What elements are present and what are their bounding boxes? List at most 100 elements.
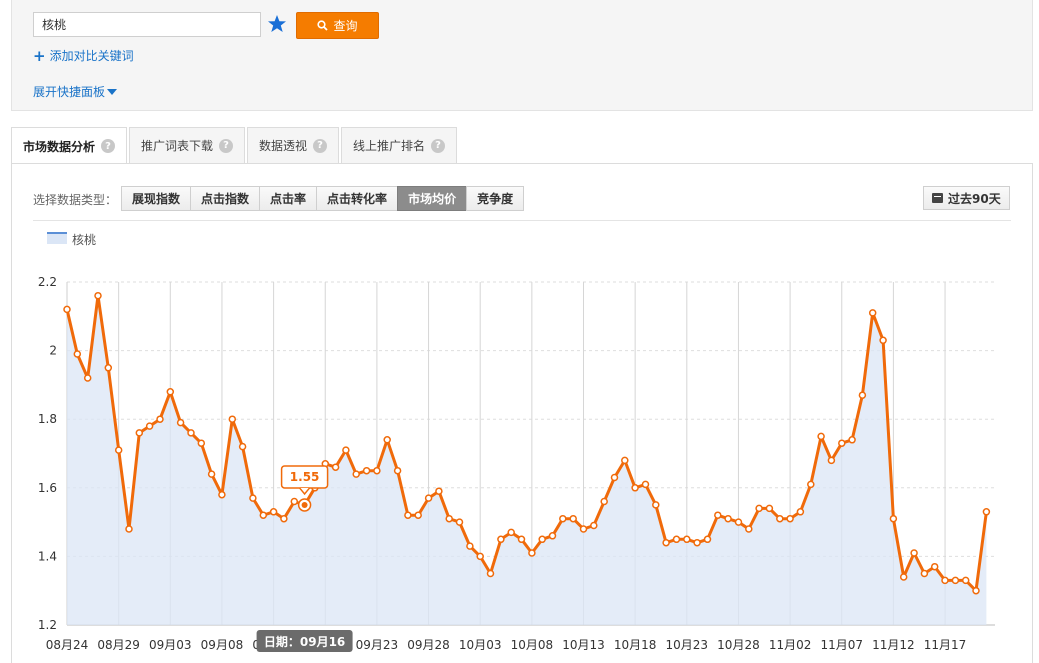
data-point <box>827 456 836 465</box>
data-point <box>910 549 918 557</box>
x-tick-label: 11月02 <box>769 638 812 652</box>
data-point <box>672 535 681 544</box>
data-point <box>631 484 639 492</box>
data-point <box>724 514 732 523</box>
data-point <box>507 528 515 537</box>
data-point <box>848 436 856 444</box>
x-tick-label: 09月28 <box>407 638 450 652</box>
data-point <box>714 511 722 519</box>
data-point <box>352 470 360 478</box>
data-point <box>899 573 908 581</box>
x-tick-label: 08月24 <box>46 638 89 652</box>
data-point <box>569 514 577 523</box>
data-point <box>249 494 257 502</box>
data-point <box>166 388 175 396</box>
y-tick-label: 1.8 <box>38 412 57 426</box>
x-tick-label: 11月07 <box>820 638 863 652</box>
data-point <box>104 364 113 372</box>
data-point <box>145 422 154 430</box>
data-point <box>662 538 670 547</box>
data-point <box>807 480 815 489</box>
data-point <box>734 518 743 526</box>
data-point <box>414 511 422 519</box>
legend-swatch <box>47 233 67 244</box>
x-tick-label: 10月13 <box>562 638 605 652</box>
chart-legend[interactable]: 核桃 <box>47 232 96 247</box>
data-point <box>693 538 701 547</box>
data-point <box>176 418 185 427</box>
x-tick-label: 11月17 <box>924 638 967 652</box>
data-point <box>683 535 691 544</box>
data-point <box>290 497 299 506</box>
data-point <box>424 494 433 502</box>
data-point <box>600 497 608 506</box>
x-tick-label: 09月08 <box>201 638 244 652</box>
data-point <box>652 501 660 509</box>
data-point <box>476 552 484 561</box>
data-point <box>786 514 794 523</box>
y-tick-label: 1.2 <box>38 618 57 632</box>
data-point <box>579 525 588 533</box>
data-point <box>868 309 877 317</box>
data-point <box>982 508 991 516</box>
data-point <box>466 542 474 550</box>
data-point <box>63 305 71 314</box>
data-point <box>838 439 846 447</box>
data-point <box>641 480 650 489</box>
data-point <box>269 508 278 516</box>
data-point <box>218 490 226 499</box>
data-point <box>497 535 505 544</box>
data-point <box>610 473 619 482</box>
y-tick-label: 1.4 <box>38 549 57 563</box>
y-tick-label: 2 <box>49 344 57 358</box>
crosshair-label: 日期：09月16 <box>264 634 345 649</box>
data-point <box>114 446 123 454</box>
data-point <box>83 374 92 382</box>
data-point <box>889 514 898 523</box>
x-tick-label: 10月18 <box>614 638 657 652</box>
data-point <box>455 518 464 526</box>
data-point <box>373 466 381 475</box>
x-tick-label: 10月08 <box>511 638 554 652</box>
data-point <box>135 429 144 437</box>
y-axis: 1.2 1.4 1.6 1.8 2 2.2 <box>38 275 68 632</box>
data-point <box>238 442 247 451</box>
data-point <box>765 504 774 513</box>
data-point <box>383 436 391 444</box>
data-point <box>393 466 402 475</box>
data-point <box>621 456 629 465</box>
data-point <box>776 514 784 523</box>
x-tick-label: 10月23 <box>666 638 709 652</box>
data-point <box>125 525 133 533</box>
data-point <box>930 562 939 571</box>
data-point <box>94 291 102 300</box>
data-point <box>259 511 268 519</box>
crosshair-date-label: 日期：09月16 <box>256 630 353 652</box>
data-point <box>362 466 371 475</box>
data-point <box>920 569 929 578</box>
legend-label: 核桃 <box>72 232 96 247</box>
data-point <box>817 432 825 441</box>
data-point <box>280 514 288 523</box>
data-point <box>197 439 206 447</box>
data-point <box>538 535 546 544</box>
data-point <box>858 391 867 399</box>
tooltip-arrow <box>299 487 311 496</box>
x-tick-label: 10月28 <box>717 638 760 652</box>
data-point <box>207 470 216 478</box>
data-point <box>961 576 970 585</box>
data-point <box>156 415 164 423</box>
data-point <box>703 535 712 544</box>
y-tick-label: 2.2 <box>38 275 57 289</box>
x-axis: 08月2408月2909月0309月0809月1309月1809月2309月28… <box>46 624 995 652</box>
data-point <box>486 569 495 578</box>
data-point <box>517 535 526 544</box>
x-tick-label: 08月29 <box>97 638 140 652</box>
data-point <box>559 514 567 523</box>
data-point <box>331 463 340 471</box>
x-tick-label: 10月03 <box>459 638 502 652</box>
y-tick-label: 1.6 <box>38 481 57 495</box>
data-point <box>796 508 805 516</box>
data-point <box>972 586 980 595</box>
hover-point <box>301 501 308 508</box>
